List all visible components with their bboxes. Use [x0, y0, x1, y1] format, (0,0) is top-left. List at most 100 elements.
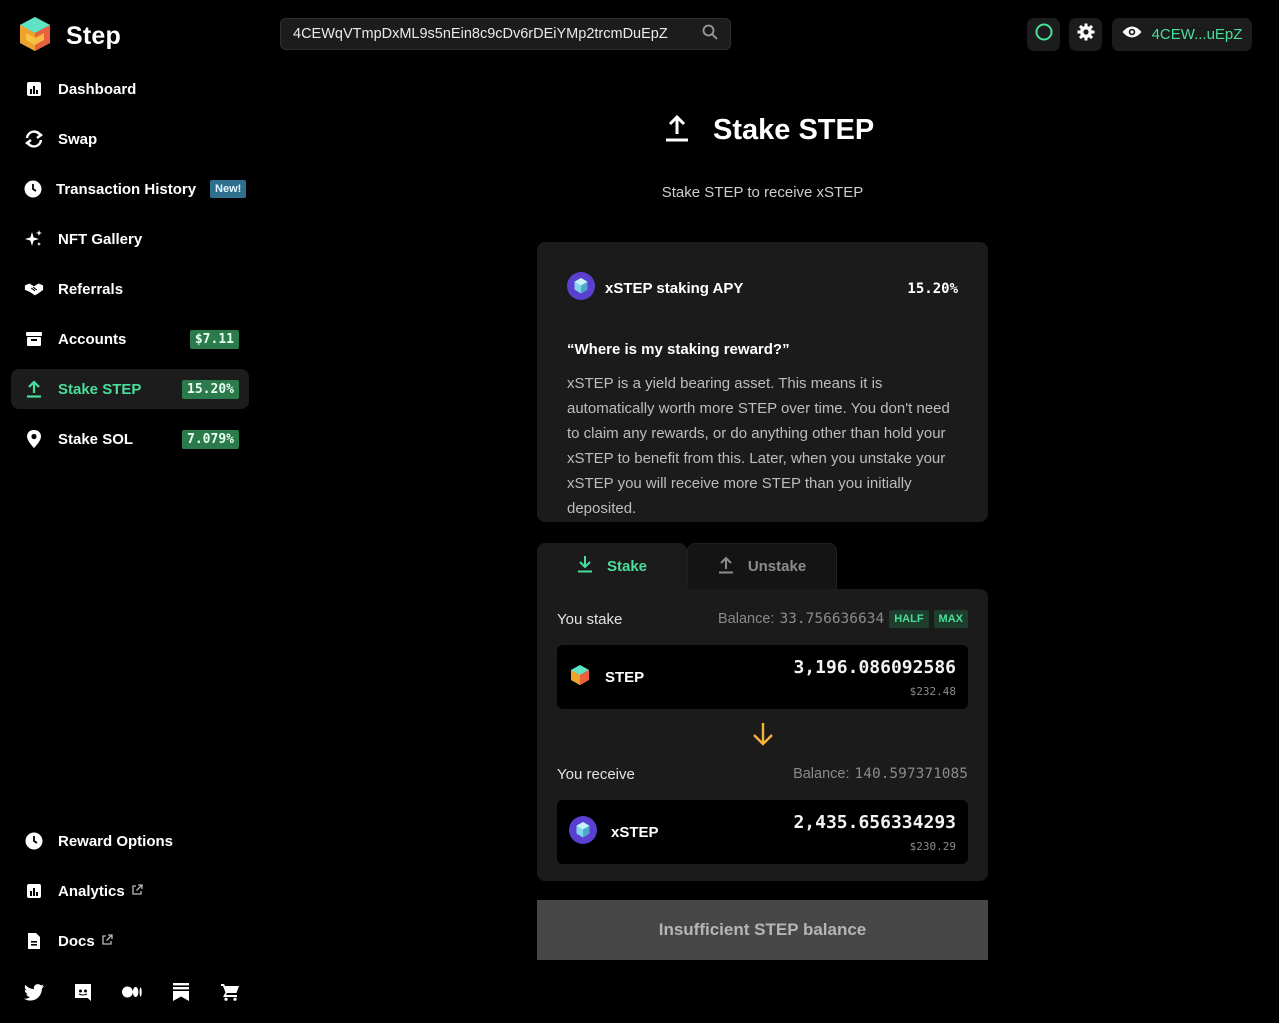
sidebar-item-transaction-history[interactable]: Transaction History New!: [11, 169, 249, 209]
sidebar-item-label: Referrals: [58, 280, 124, 298]
upload-icon: [718, 556, 734, 578]
page-header: Stake STEP: [665, 114, 874, 147]
tab-stake-label: Stake: [606, 557, 648, 575]
receive-row-header: You receive Balance: 140.597371085: [557, 764, 968, 784]
sidebar-item-stake-step[interactable]: Stake STEP 15.20%: [11, 369, 249, 409]
archive-icon: [24, 329, 44, 349]
stake-amount-input[interactable]: 3,196.086092586: [793, 657, 956, 678]
upload-icon: [24, 379, 44, 399]
accounts-value-badge: $7.11: [189, 329, 239, 349]
receive-amount: 2,435.656334293: [793, 811, 956, 833]
medium-icon[interactable]: [122, 982, 142, 1002]
external-link-icon: [101, 933, 113, 949]
faq-answer: xSTEP is a yield bearing asset. This mea…: [567, 375, 950, 517]
balance-label: Balance:: [718, 611, 775, 627]
apy-value: 15.20%: [907, 280, 958, 297]
sidebar-item-dashboard[interactable]: Dashboard: [11, 69, 249, 109]
gear-icon: [1077, 23, 1095, 46]
receive-amounts: 2,435.656334293 $230.29: [793, 812, 956, 853]
stake-panel: You stake Balance: 33.756636634 HALF MAX…: [537, 589, 988, 881]
external-link-icon: [131, 883, 143, 899]
social-links: [24, 982, 240, 1002]
download-icon: [577, 555, 593, 577]
step-token-icon: [569, 664, 591, 690]
twitter-icon[interactable]: [24, 982, 44, 1002]
submit-button[interactable]: Insufficient STEP balance: [537, 900, 988, 960]
stake-balance: Balance: 33.756636634 HALF MAX: [718, 610, 968, 628]
receive-usd-value: $230.29: [909, 839, 956, 853]
sidebar-item-label: Swap: [58, 130, 98, 148]
handshake-icon: [24, 279, 44, 299]
stake-sol-apy-badge: 7.079%: [182, 429, 239, 449]
sidebar-bottom-nav: Reward Options Analytics Docs: [11, 821, 249, 971]
sidebar-item-label: Transaction History: [56, 180, 197, 198]
xstep-token-icon: [569, 816, 597, 848]
sidebar-item-label: NFT Gallery: [58, 230, 143, 248]
discord-icon[interactable]: [73, 982, 93, 1002]
faq-question: “Where is my staking reward?”: [567, 341, 790, 358]
apy-info-card: xSTEP staking APY 15.20% “Where is my st…: [537, 242, 988, 522]
sidebar-item-label: Reward Options: [58, 832, 174, 850]
apy-label: xSTEP staking APY: [605, 280, 744, 297]
swap-direction: [557, 709, 968, 764]
brand[interactable]: Step: [18, 16, 121, 57]
xstep-token-icon: [567, 272, 595, 305]
stake-step-apy-badge: 15.20%: [182, 379, 239, 399]
app-name: Step: [66, 22, 121, 50]
sidebar-item-label: Stake STEP: [58, 380, 142, 398]
tab-unstake-label: Unstake: [747, 558, 807, 575]
receive-token: xSTEP: [569, 816, 793, 848]
clock-icon: [24, 179, 42, 199]
upload-icon: [665, 114, 689, 147]
wallet-address: 4CEW...uEpZ: [1151, 26, 1243, 43]
stake-amount-box[interactable]: STEP 3,196.086092586 $232.48: [557, 645, 968, 709]
stake-amounts: 3,196.086092586 $232.48: [793, 657, 956, 698]
stake-row-header: You stake Balance: 33.756636634 HALF MAX: [557, 609, 968, 629]
search-icon[interactable]: [702, 24, 718, 45]
search-input[interactable]: [293, 26, 702, 42]
sidebar-item-label: Docs: [58, 932, 95, 950]
sidebar-item-docs[interactable]: Docs: [11, 921, 249, 961]
sidebar-item-label: Accounts: [58, 330, 127, 348]
sidebar-item-nft-gallery[interactable]: NFT Gallery: [11, 219, 249, 259]
sparkle-icon: [24, 229, 44, 249]
stake-token-symbol: STEP: [605, 668, 645, 686]
sidebar-item-swap[interactable]: Swap: [11, 119, 249, 159]
sidebar-item-label: Stake SOL: [58, 430, 134, 448]
step-logo-icon: [18, 16, 52, 57]
settings-button[interactable]: [1069, 18, 1102, 51]
receive-amount-box: xSTEP 2,435.656334293 $230.29: [557, 800, 968, 864]
status-button[interactable]: [1027, 18, 1060, 51]
receive-balance: Balance: 140.597371085: [793, 766, 968, 782]
eye-icon: [1122, 25, 1142, 44]
cart-icon[interactable]: [220, 982, 240, 1002]
sidebar-item-label: Analytics: [58, 882, 125, 900]
balance-label: Balance:: [793, 766, 850, 782]
wallet-button[interactable]: 4CEW...uEpZ: [1112, 18, 1252, 51]
tab-stake[interactable]: Stake: [537, 543, 687, 589]
sidebar-item-label: Dashboard: [58, 80, 137, 98]
swap-icon: [24, 129, 44, 149]
sidebar-item-reward-options[interactable]: Reward Options: [11, 821, 249, 861]
bookmark-icon[interactable]: [171, 982, 191, 1002]
address-search[interactable]: [280, 18, 731, 50]
stake-usd-value: $232.48: [909, 684, 956, 698]
half-button[interactable]: HALF: [889, 610, 929, 628]
bar-chart-icon: [24, 79, 44, 99]
stake-token: STEP: [569, 664, 793, 690]
sidebar-item-analytics[interactable]: Analytics: [11, 871, 249, 911]
clock-icon: [24, 831, 44, 851]
balance-value: 140.597371085: [854, 766, 969, 782]
apy-row: xSTEP staking APY 15.20%: [567, 272, 958, 305]
max-button[interactable]: MAX: [933, 610, 968, 628]
sidebar-item-stake-sol[interactable]: Stake SOL 7.079%: [11, 419, 249, 459]
sidebar-nav: Dashboard Swap Transaction History New! …: [11, 69, 249, 469]
stake-tabs: Stake Unstake: [537, 543, 837, 589]
page-subtitle: Stake STEP to receive xSTEP: [661, 184, 864, 201]
sidebar-item-referrals[interactable]: Referrals: [11, 269, 249, 309]
sidebar-item-accounts[interactable]: Accounts $7.11: [11, 319, 249, 359]
tab-unstake[interactable]: Unstake: [687, 543, 837, 589]
arrow-down-icon: [751, 721, 775, 752]
page-title: Stake STEP: [713, 114, 875, 146]
balance-value: 33.756636634: [779, 611, 885, 627]
